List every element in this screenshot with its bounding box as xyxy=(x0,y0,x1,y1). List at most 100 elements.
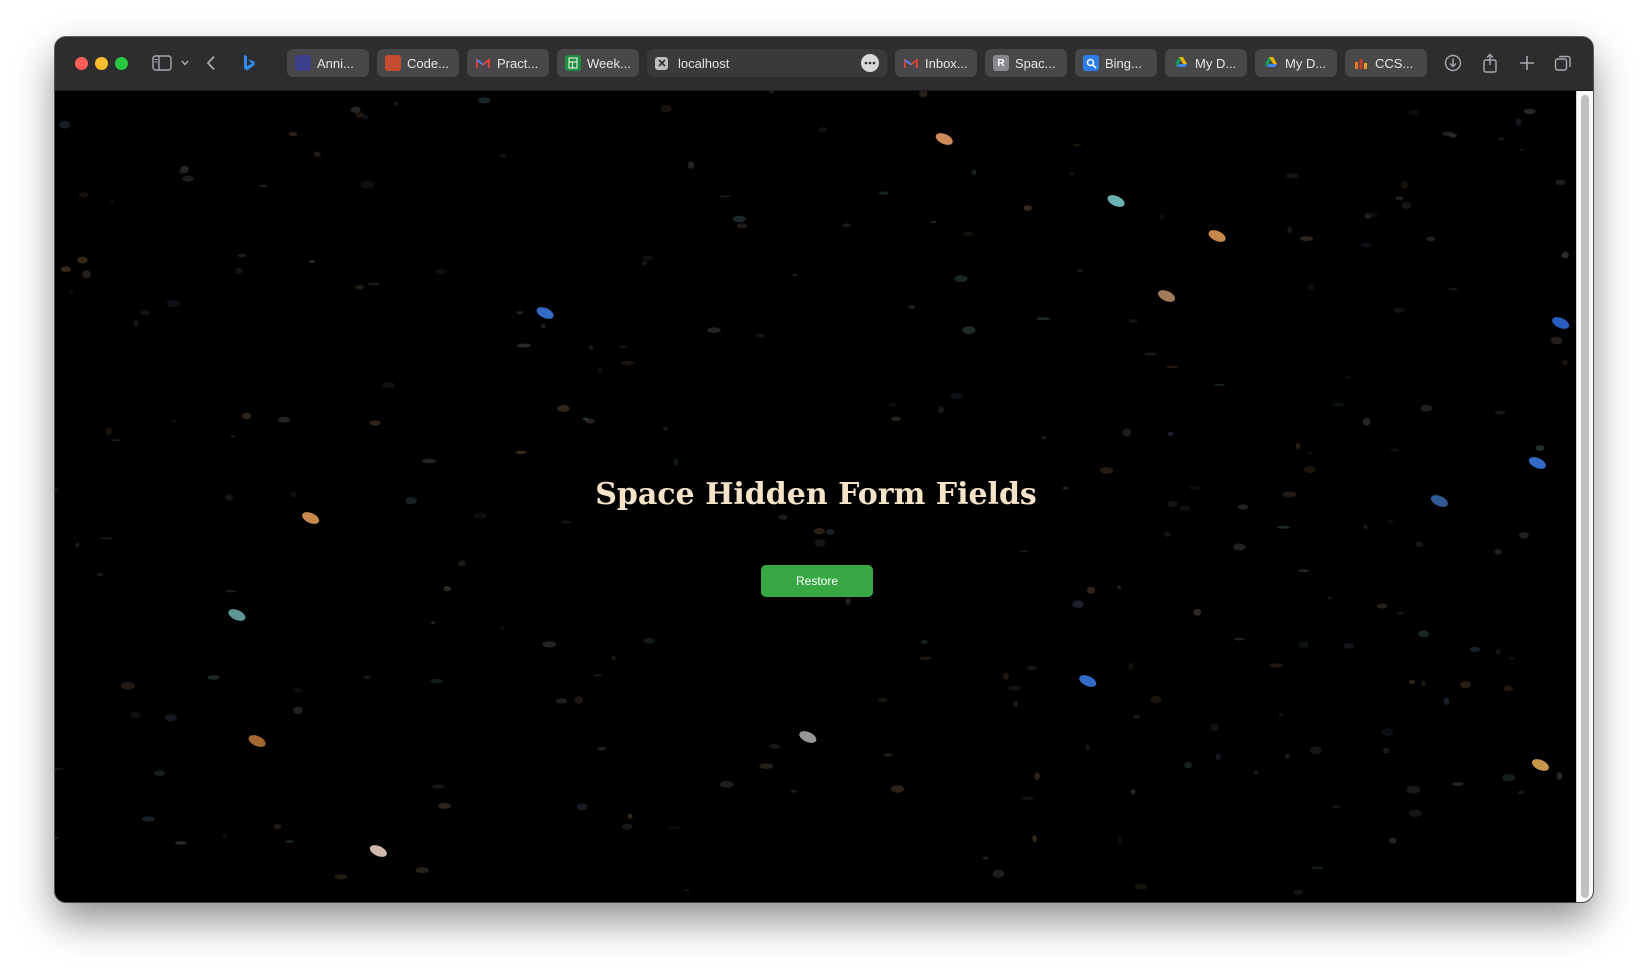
background-star xyxy=(792,273,798,276)
background-star xyxy=(367,282,380,286)
background-star xyxy=(1234,637,1245,641)
background-star xyxy=(1253,770,1259,775)
background-star xyxy=(1143,352,1157,356)
background-star xyxy=(277,416,291,423)
background-star xyxy=(1013,700,1018,708)
background-star xyxy=(621,361,634,365)
tab-label: Anni... xyxy=(317,55,354,71)
background-star xyxy=(59,120,71,129)
background-star xyxy=(363,675,371,679)
restore-button[interactable]: Restore xyxy=(761,565,873,597)
background-star xyxy=(1535,445,1545,451)
background-star xyxy=(1518,148,1525,151)
background-star xyxy=(1215,753,1221,761)
background-star xyxy=(235,267,243,274)
background-star xyxy=(334,874,348,880)
browser-tab[interactable]: CCS... xyxy=(1345,49,1427,77)
gmail-icon xyxy=(475,55,491,71)
background-star xyxy=(1418,630,1430,638)
browser-tab[interactable]: Pract... xyxy=(467,49,549,77)
background-star xyxy=(818,127,828,132)
background-star xyxy=(1298,641,1309,649)
background-star xyxy=(1503,685,1514,692)
background-star xyxy=(1494,549,1502,555)
background-star xyxy=(1128,319,1138,323)
tab-label: localhost xyxy=(678,55,730,71)
tab-overview-icon[interactable] xyxy=(1552,51,1574,75)
background-star xyxy=(660,104,672,113)
background-star xyxy=(540,324,546,329)
background-star xyxy=(1327,596,1333,600)
browser-tab[interactable]: Bing... xyxy=(1075,49,1157,77)
chevron-down-icon[interactable] xyxy=(179,51,191,75)
browser-tab[interactable]: localhost xyxy=(647,49,887,77)
background-star xyxy=(588,344,594,350)
browser-tab[interactable]: Week... xyxy=(557,49,639,77)
background-star xyxy=(382,382,395,389)
background-star xyxy=(294,687,302,693)
background-star xyxy=(75,542,80,548)
background-star xyxy=(890,785,905,793)
background-star xyxy=(1343,642,1355,649)
new-tab-plus-icon[interactable] xyxy=(1516,51,1538,75)
background-star xyxy=(422,458,437,464)
background-star xyxy=(1421,680,1426,686)
background-star xyxy=(962,326,976,334)
scrollbar-thumb[interactable] xyxy=(1581,95,1589,898)
vertical-scrollbar[interactable] xyxy=(1576,91,1593,902)
background-star xyxy=(415,867,429,874)
browser-tab[interactable]: My D... xyxy=(1165,49,1247,77)
background-star xyxy=(790,789,797,793)
browser-tab[interactable]: Anni... xyxy=(287,49,369,77)
minimize-window-button[interactable] xyxy=(95,57,108,70)
more-options-icon[interactable] xyxy=(861,54,879,72)
background-star xyxy=(878,191,889,195)
background-star xyxy=(1213,383,1226,386)
bright-star xyxy=(1531,759,1549,771)
letter-r-icon: R xyxy=(993,55,1009,71)
background-star xyxy=(884,753,893,757)
background-star xyxy=(1295,442,1301,450)
close-window-button[interactable] xyxy=(75,57,88,70)
close-tab-icon xyxy=(655,56,668,70)
background-star xyxy=(225,589,237,593)
background-star xyxy=(1023,205,1032,211)
background-star xyxy=(308,259,315,264)
background-star xyxy=(611,655,617,661)
background-star xyxy=(1345,376,1351,380)
maximize-window-button[interactable] xyxy=(115,57,128,70)
bing-logo-icon[interactable] xyxy=(241,51,257,75)
background-star xyxy=(1494,410,1506,415)
background-star xyxy=(1184,761,1193,769)
tab-label: Bing... xyxy=(1105,55,1142,71)
background-star xyxy=(1364,214,1372,219)
bright-star xyxy=(1552,317,1570,329)
background-star xyxy=(1008,685,1022,691)
page-title: Space Hidden Form Fields xyxy=(595,477,1037,512)
browser-tab[interactable]: My D... xyxy=(1255,49,1337,77)
bright-star xyxy=(1079,675,1097,687)
background-star xyxy=(768,91,775,94)
background-star xyxy=(919,656,932,660)
background-star xyxy=(1360,242,1373,248)
background-star xyxy=(950,392,964,400)
background-star xyxy=(350,106,361,114)
sidebar-toggle-icon[interactable] xyxy=(151,51,173,75)
background-star xyxy=(1518,532,1529,539)
background-star xyxy=(732,215,746,223)
share-icon[interactable] xyxy=(1479,51,1501,75)
tab-label: My D... xyxy=(1285,55,1327,71)
back-arrow-icon[interactable] xyxy=(203,51,219,75)
background-star xyxy=(1363,525,1368,530)
background-star xyxy=(687,161,695,169)
background-star xyxy=(621,823,633,830)
background-star xyxy=(1310,866,1324,869)
tab-label: Inbox... xyxy=(925,55,968,71)
browser-tab[interactable]: Inbox... xyxy=(895,49,977,77)
browser-tab[interactable]: Code... xyxy=(377,49,459,77)
downloads-icon[interactable] xyxy=(1442,51,1464,75)
browser-tab[interactable]: R Spac... xyxy=(985,49,1067,77)
background-star xyxy=(259,184,268,187)
background-star xyxy=(888,403,898,407)
background-star xyxy=(237,254,247,258)
